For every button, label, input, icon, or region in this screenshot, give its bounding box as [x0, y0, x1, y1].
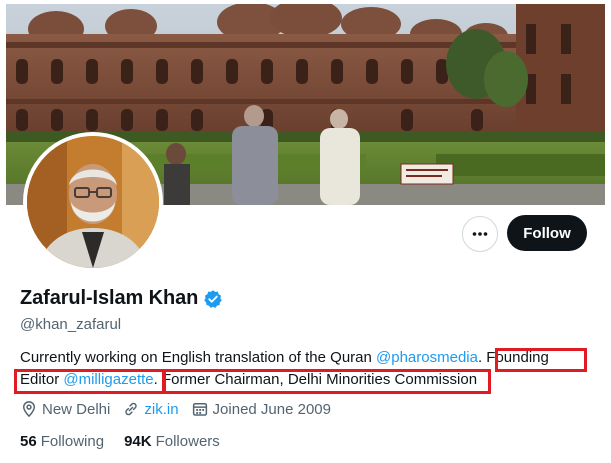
avatar[interactable] — [23, 132, 163, 272]
location-text: New Delhi — [42, 400, 111, 418]
followers-link[interactable]: 94K Followers — [124, 433, 220, 450]
bio-text: Currently working on English translation… — [20, 349, 377, 366]
location-pin-icon — [22, 401, 36, 418]
following-link[interactable]: 56 Following — [20, 433, 104, 450]
profile-card: Follow Zafarul-Islam Khan @khan_zafarul … — [0, 0, 611, 463]
mention-link[interactable]: @pharosmedia — [376, 349, 478, 366]
handle: @khan_zafarul — [20, 316, 122, 333]
join-date-text: Joined June 2009 — [212, 400, 331, 418]
follow-button[interactable]: Follow — [507, 215, 587, 251]
profile-meta: New Delhi zik.in Joined June 2009 — [20, 400, 343, 418]
display-name: Zafarul-Islam Khan — [20, 287, 199, 309]
following-label: Following — [40, 433, 105, 450]
avatar-photo — [27, 136, 159, 268]
bio-line-1: Currently working on English translation… — [20, 347, 549, 368]
followers-count: 94K — [124, 433, 152, 450]
link-icon — [125, 402, 138, 416]
name-row: Zafarul-Islam Khan — [20, 287, 223, 310]
follow-button-label: Follow — [523, 224, 571, 242]
website-link[interactable]: zik.in — [144, 401, 178, 418]
more-options-button[interactable] — [462, 216, 498, 252]
more-horizontal-icon — [472, 232, 488, 236]
annotation-box — [14, 369, 166, 394]
following-count: 56 — [20, 433, 37, 450]
follow-stats: 56 Following 94K Followers — [20, 433, 240, 450]
join-date: Joined June 2009 — [191, 400, 331, 418]
followers-label: Followers — [155, 433, 220, 450]
calendar-icon — [192, 403, 207, 416]
location: New Delhi — [20, 400, 110, 418]
verified-badge-icon[interactable] — [203, 289, 223, 309]
annotation-box — [495, 348, 587, 372]
annotation-box — [162, 369, 491, 394]
website: zik.in — [122, 400, 179, 418]
